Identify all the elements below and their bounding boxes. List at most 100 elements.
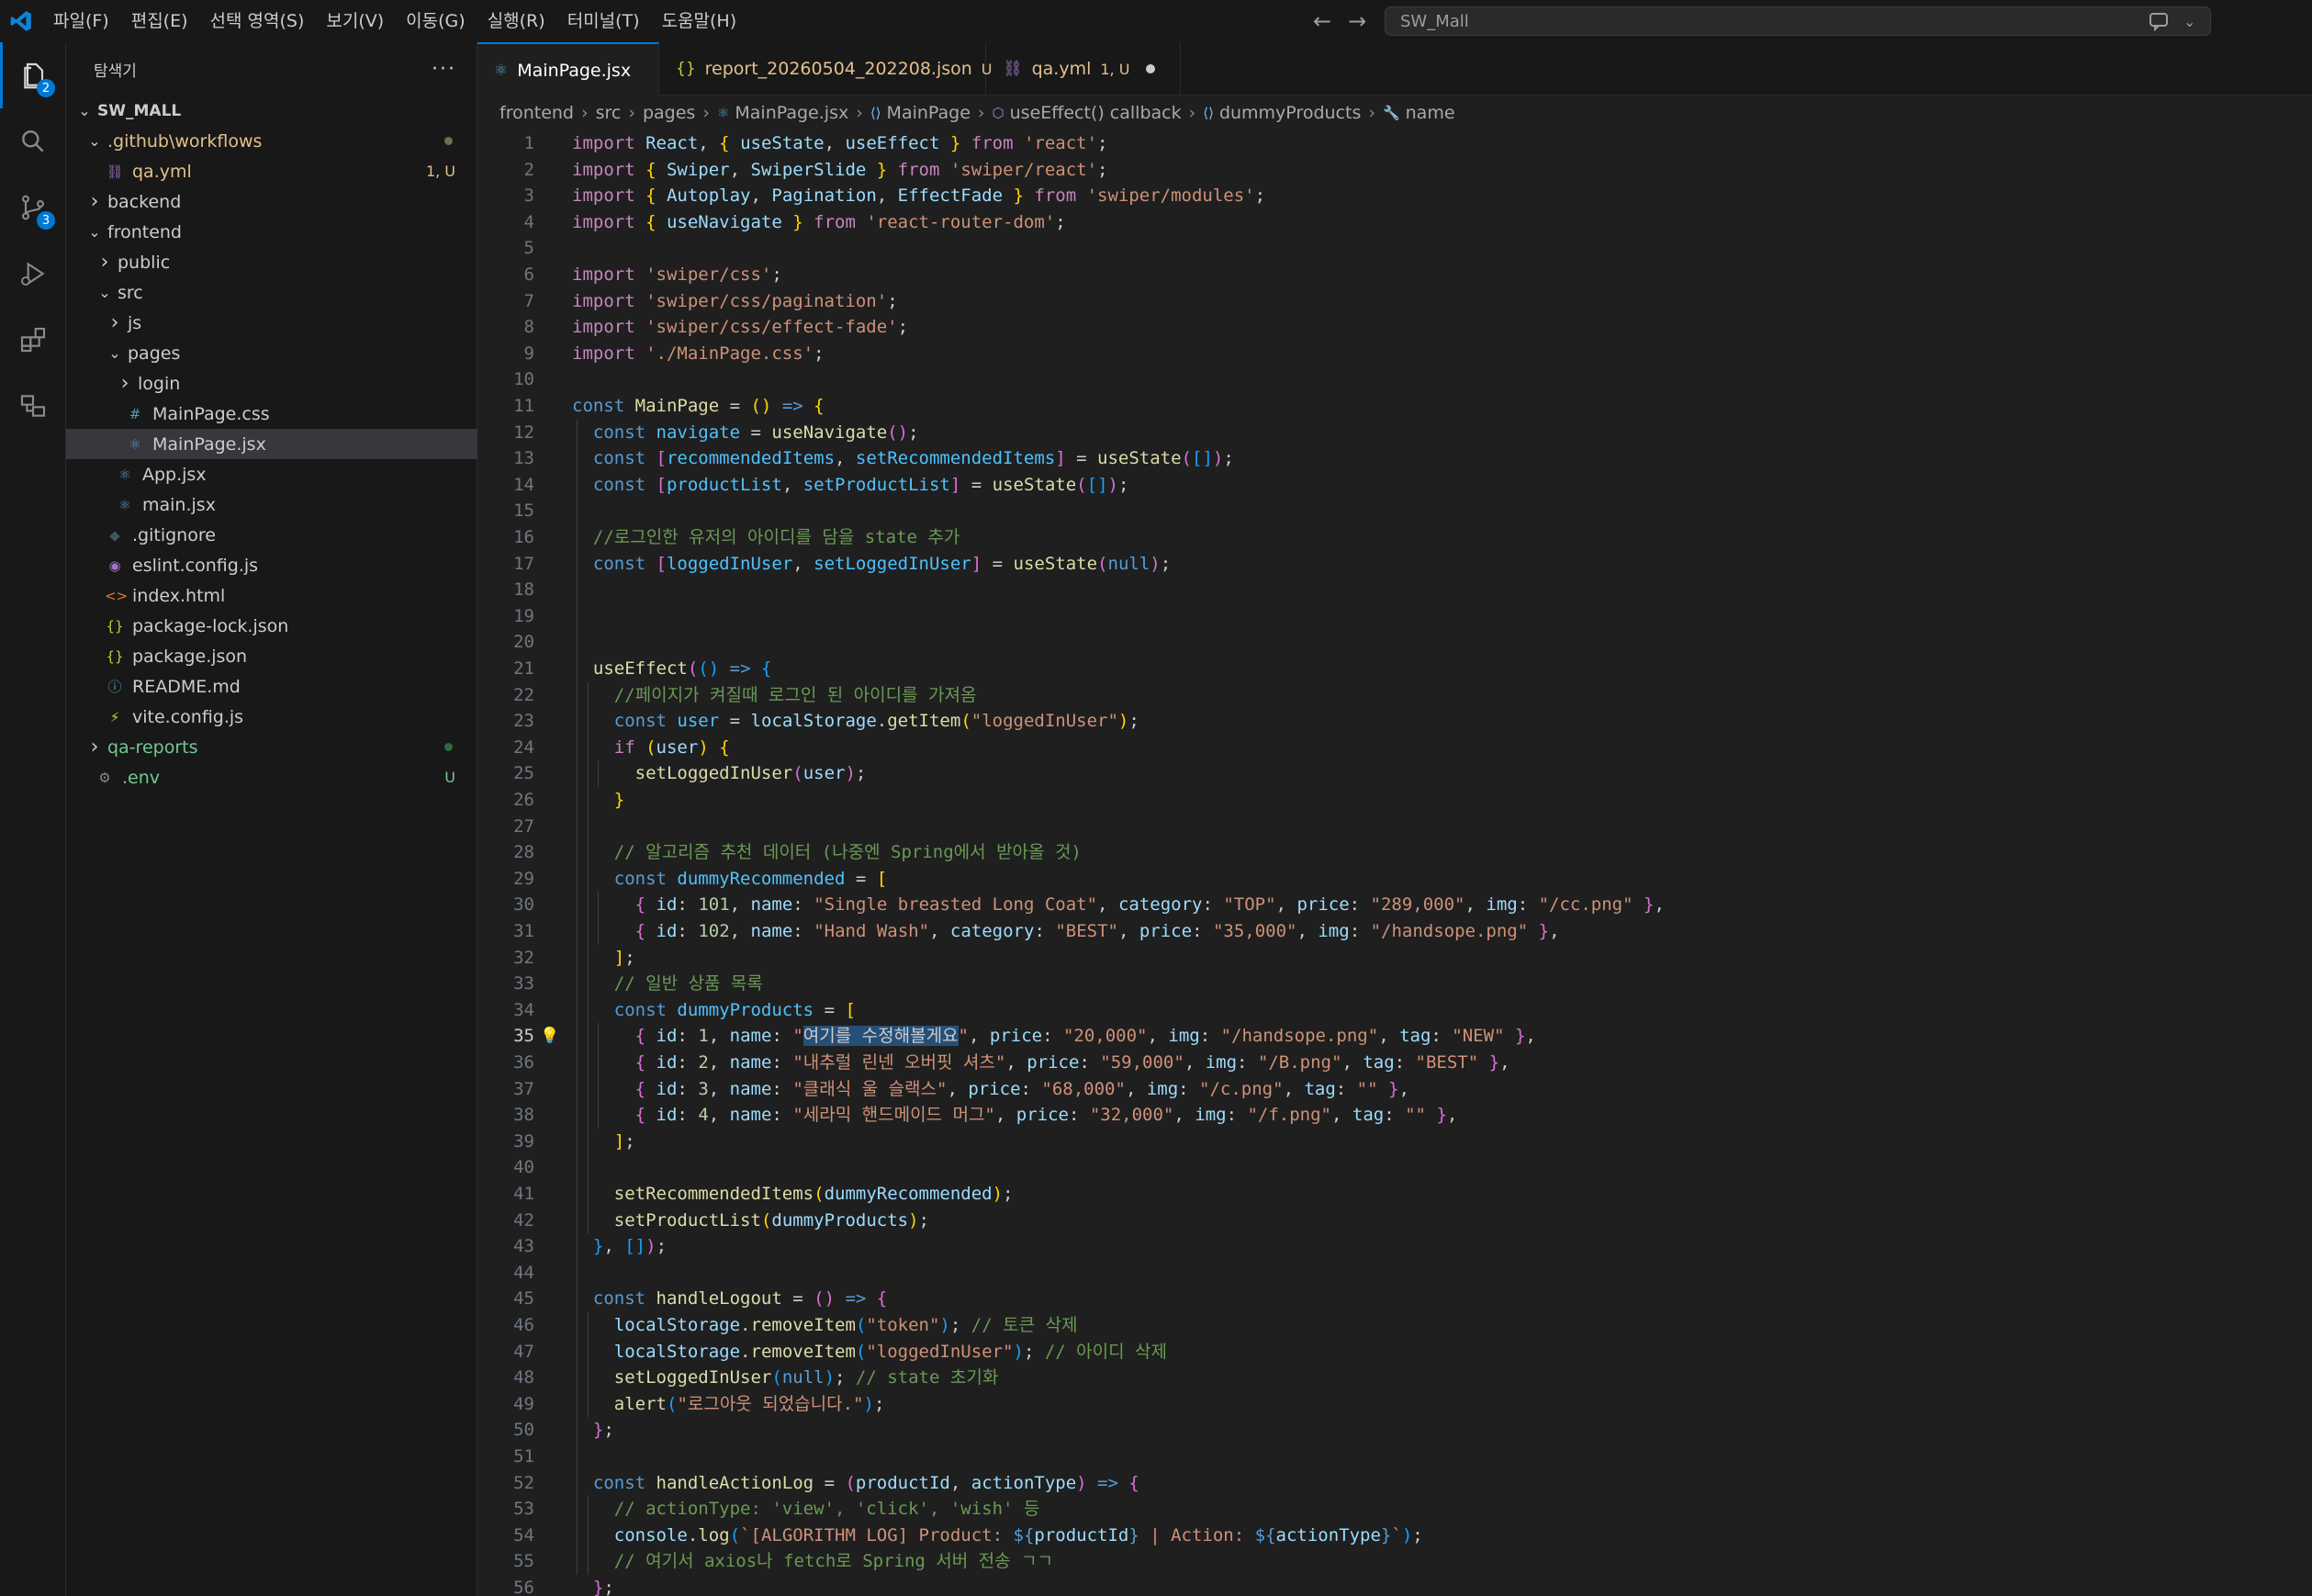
code-line[interactable]: 54 console.log(`[ALGORITHM LOG] Product:… [477,1523,2312,1549]
command-center-search[interactable]: SW_Mall [1385,6,2211,36]
breadcrumb-item[interactable]: MainPage.jsx [735,103,848,123]
chevron-down-icon[interactable]: ⌄ [2183,13,2195,30]
code-line[interactable]: 37 { id: 3, name: "클래식 울 슬랙스", price: "6… [477,1076,2312,1103]
code-line[interactable]: 23 const user = localStorage.getItem("lo… [477,708,2312,735]
code-line[interactable]: 13 const [recommendedItems, setRecommend… [477,445,2312,472]
code-line[interactable]: 18 [477,577,2312,603]
editor-tab[interactable]: ⛓ qa.yml 1, U [986,42,1181,96]
code-line[interactable]: 32 ]; [477,945,2312,972]
menu-item[interactable]: 선택 영역(S) [199,0,316,42]
code-line[interactable]: 49 alert("로그아웃 되었습니다."); [477,1391,2312,1418]
breadcrumb-item[interactable]: useEffect() callback [1010,103,1182,123]
source-control-icon[interactable]: 3 [0,174,66,241]
code-line[interactable]: 34 const dummyProducts = [ [477,997,2312,1024]
code-line[interactable]: 10 [477,366,2312,393]
code-line[interactable]: 9 import './MainPage.css'; [477,341,2312,367]
code-line[interactable]: 48 setLoggedInUser(null); // state 초기화 [477,1365,2312,1391]
code-line[interactable]: 44 [477,1260,2312,1287]
code-line[interactable]: 41 setRecommendedItems(dummyRecommended)… [477,1181,2312,1208]
menu-item[interactable]: 이동(G) [395,0,477,42]
code-line[interactable]: 55 // 여기서 axios나 fetch로 Spring 서버 전송 ㄱㄱ [477,1548,2312,1575]
code-line[interactable]: 45 const handleLogout = () => { [477,1286,2312,1312]
remote-explorer-icon[interactable] [0,373,66,439]
code-line[interactable]: 25 setLoggedInUser(user); [477,760,2312,787]
tree-item[interactable]: ⓘ README.md [66,671,477,702]
tree-item[interactable]: <> index.html [66,580,477,611]
tree-item[interactable]: ⌄ pages [66,338,477,368]
code-line[interactable]: 5 [477,235,2312,262]
code-line[interactable]: 42 setProductList(dummyProducts); [477,1208,2312,1234]
copilot-chat-icon[interactable] [2149,11,2171,31]
menu-item[interactable]: 파일(F) [42,0,120,42]
code-line[interactable]: 6 import 'swiper/css'; [477,262,2312,288]
breadcrumb-item[interactable]: dummyProducts [1219,103,1361,123]
code-line[interactable]: 31 { id: 102, name: "Hand Wash", categor… [477,918,2312,945]
menu-item[interactable]: 실행(R) [477,0,556,42]
code-line[interactable]: 4 import { useNavigate } from 'react-rout… [477,209,2312,236]
breadcrumb-item[interactable]: frontend [499,103,574,123]
tree-item[interactable]: ◉ eslint.config.js [66,550,477,580]
unsaved-dot-icon[interactable] [1146,64,1156,73]
breadcrumb-item[interactable]: name [1406,103,1455,123]
tree-item[interactable]: › public [66,247,477,277]
code-line[interactable]: 30 { id: 101, name: "Single breasted Lon… [477,892,2312,918]
tree-item[interactable]: › js [66,308,477,338]
editor-tab[interactable]: ⚛ MainPage.jsx [477,42,659,96]
lightbulb-icon[interactable]: 💡 [540,1023,559,1050]
tree-item[interactable]: ⚙ .env U [66,762,477,792]
code-line[interactable]: 21 useEffect(() => { [477,656,2312,682]
code-line[interactable]: 46 localStorage.removeItem("token"); // … [477,1312,2312,1339]
more-actions-icon[interactable]: ··· [432,58,456,81]
code-line[interactable]: 56 }; [477,1575,2312,1596]
tree-item[interactable]: {} package.json [66,641,477,671]
tree-item[interactable]: ⌄ .github\workflows [66,126,477,156]
code-line[interactable]: 47 localStorage.removeItem("loggedInUser… [477,1339,2312,1366]
tree-item[interactable]: ⚛ main.jsx [66,489,477,520]
run-debug-icon[interactable] [0,241,66,307]
search-icon[interactable] [0,108,66,174]
code-line[interactable]: 43 }, []); [477,1233,2312,1260]
menu-item[interactable]: 도움말(H) [651,0,748,42]
code-line[interactable]: 11 const MainPage = () => { [477,393,2312,420]
code-line[interactable]: 39 ]; [477,1129,2312,1155]
code-line[interactable]: 16 //로그인한 유저의 아이디를 담을 state 추가 [477,524,2312,551]
explorer-icon[interactable]: 2 [0,42,66,108]
code-line[interactable]: 52 const handleActionLog = (productId, a… [477,1470,2312,1497]
breadcrumb-item[interactable]: src [596,103,622,123]
code-line[interactable]: 27 [477,814,2312,840]
code-line[interactable]: 1 import React, { useState, useEffect } f… [477,130,2312,157]
tree-item[interactable]: › login [66,368,477,399]
code-line[interactable]: 36 { id: 2, name: "내추럴 린넨 오버핏 셔츠", price… [477,1050,2312,1076]
menu-item[interactable]: 편집(E) [120,0,199,42]
code-line[interactable]: 50 }; [477,1417,2312,1444]
menu-item[interactable]: 터미널(T) [556,0,651,42]
tree-item[interactable]: ⌄ SW_MALL [66,96,477,126]
code-line[interactable]: 51 [477,1444,2312,1470]
back-arrow-icon[interactable]: ← [1313,8,1331,34]
editor-tab[interactable]: {} report_20260504_202208.json U [659,42,993,96]
code-line[interactable]: 38 { id: 4, name: "세라믹 핸드메이드 머그", price:… [477,1102,2312,1129]
code-line[interactable]: 19 [477,603,2312,630]
tree-item[interactable]: ⌄ frontend [66,217,477,247]
tree-item[interactable]: › backend [66,186,477,217]
tree-item[interactable]: ⚡ vite.config.js [66,702,477,732]
tree-item[interactable]: ⌄ src [66,277,477,308]
code-line[interactable]: 28 // 알고리즘 추천 데이터 (나중엔 Spring에서 받아올 것) [477,839,2312,866]
code-line[interactable]: 33 // 일반 상품 목록 [477,971,2312,997]
code-line[interactable]: 29 const dummyRecommended = [ [477,866,2312,893]
tree-item[interactable]: ⛓ qa.yml 1, U [66,156,477,186]
code-line[interactable]: 2 import { Swiper, SwiperSlide } from 'sw… [477,157,2312,184]
code-line[interactable]: 12 const navigate = useNavigate(); [477,420,2312,446]
forward-arrow-icon[interactable]: → [1348,8,1366,34]
code-line[interactable]: 20 [477,629,2312,656]
code-line[interactable]: 17 const [loggedInUser, setLoggedInUser]… [477,551,2312,578]
tree-item[interactable]: {} package-lock.json [66,611,477,641]
code-line[interactable]: 24 if (user) { [477,735,2312,761]
breadcrumb-item[interactable]: pages [643,103,695,123]
tree-item[interactable]: › qa-reports [66,732,477,762]
code-line[interactable]: 22 //페이지가 켜질때 로그인 된 아이디를 가져옴 [477,682,2312,709]
menu-item[interactable]: 보기(V) [315,0,395,42]
code-line[interactable]: 7 import 'swiper/css/pagination'; [477,288,2312,315]
tree-item[interactable]: # MainPage.css [66,399,477,429]
extensions-icon[interactable] [0,307,66,373]
